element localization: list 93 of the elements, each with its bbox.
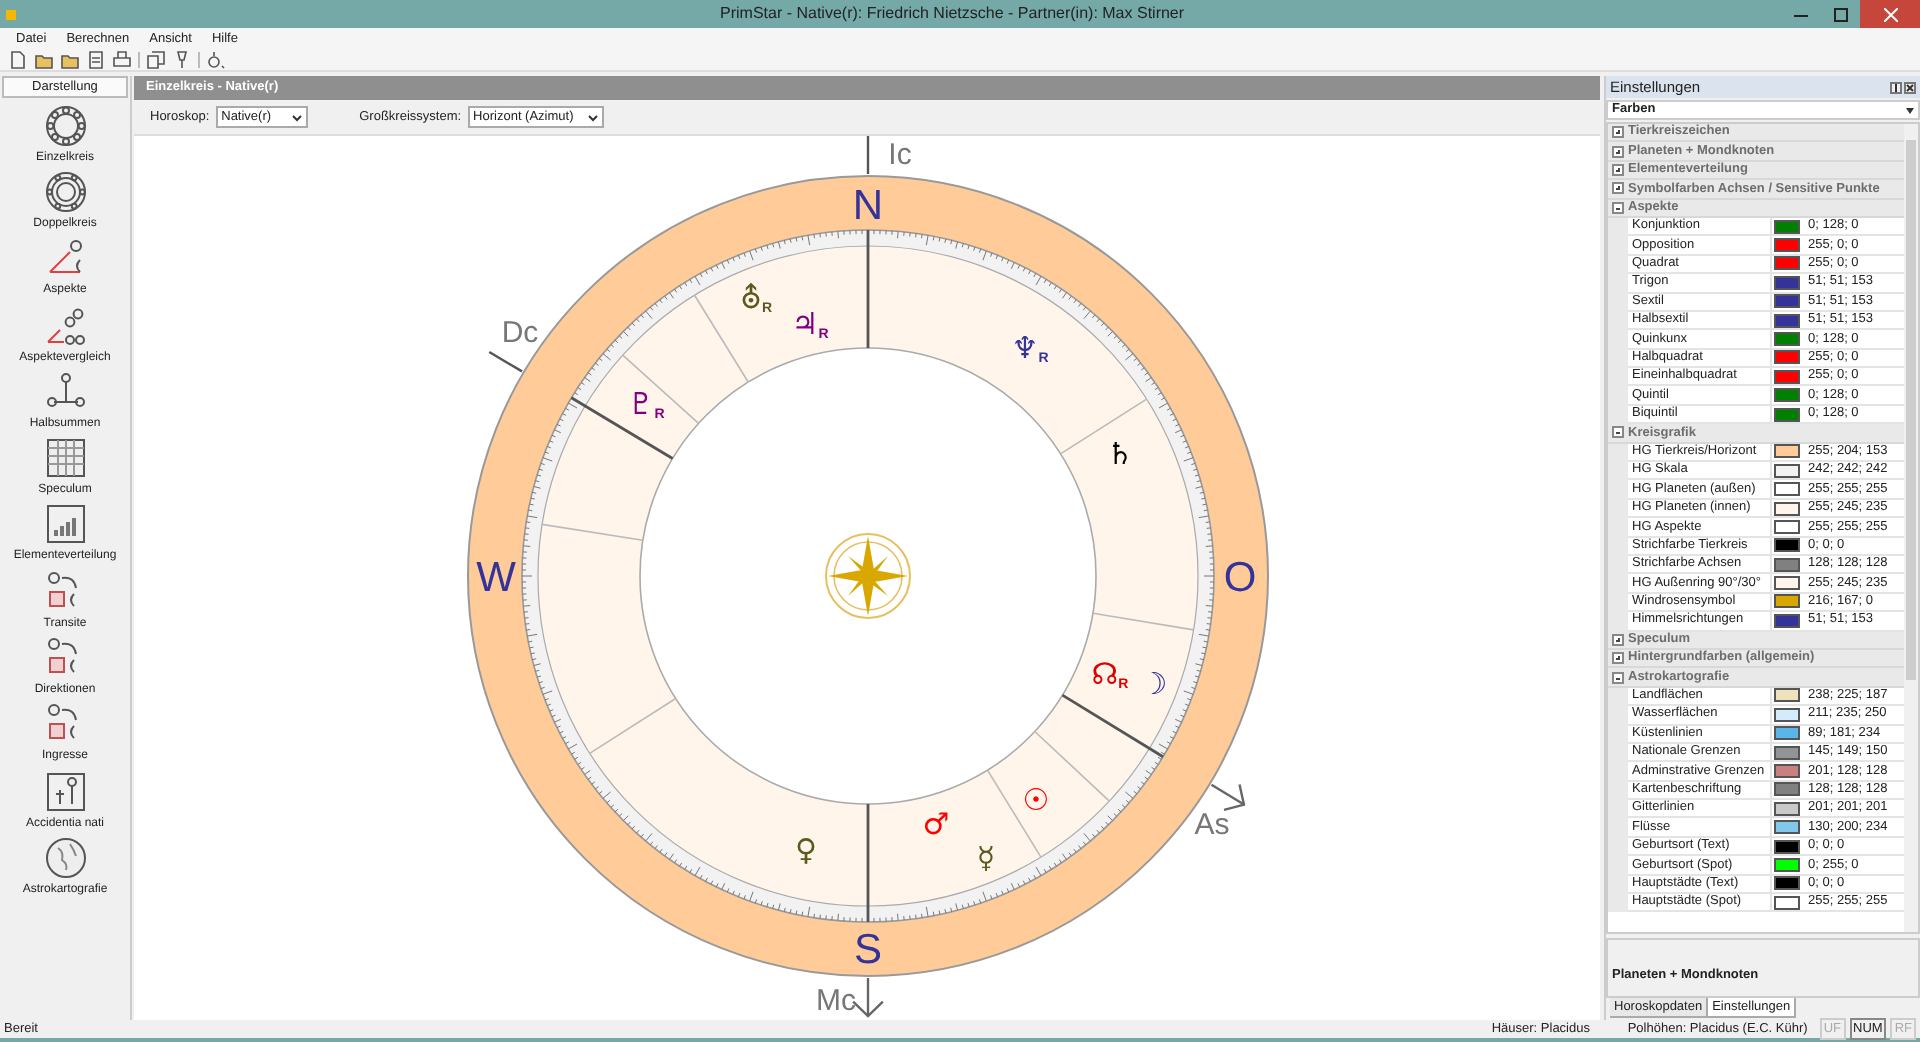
axis-line (488, 351, 523, 373)
globe-icon (43, 835, 87, 880)
planet-symbol: ♇$_{R}$ (627, 386, 665, 422)
planet-symbol: ☿ (976, 840, 996, 876)
color-swatch[interactable] (1774, 745, 1800, 760)
collapse-icon[interactable] (1612, 426, 1624, 439)
color-swatch[interactable] (1774, 726, 1800, 741)
ring-icon (43, 103, 87, 148)
planet-symbol: ☽ (1140, 666, 1168, 702)
axis-label: Mc (816, 984, 856, 1018)
house-cusp-line (1061, 693, 1164, 758)
color-swatch[interactable] (1774, 275, 1800, 290)
compass-direction: S (854, 927, 882, 973)
dropdown-tool-icon[interactable] (206, 50, 226, 70)
planet-symbol: ⛢$_{R}$ (739, 280, 773, 316)
color-swatch[interactable] (1774, 557, 1800, 572)
house-cusp-line (588, 697, 677, 755)
color-swatch[interactable] (1774, 369, 1800, 384)
color-swatch[interactable] (1774, 594, 1800, 609)
maximize-icon (1833, 7, 1847, 21)
axis-line (866, 136, 870, 174)
close-icon[interactable] (1904, 81, 1916, 93)
caret-down-icon (1906, 107, 1914, 113)
document-icon[interactable] (86, 50, 106, 70)
compass-rose-drawing (825, 533, 911, 619)
color-swatch[interactable] (1774, 820, 1800, 835)
house-cusp-line (621, 354, 700, 425)
scrollbar-thumb[interactable] (1906, 140, 1916, 680)
color-swatch[interactable] (1774, 256, 1800, 271)
color-swatch[interactable] (1774, 294, 1800, 309)
compass-direction: N (852, 183, 884, 229)
color-swatch[interactable] (1774, 331, 1800, 346)
color-swatch[interactable] (1774, 839, 1800, 854)
color-swatch[interactable] (1774, 801, 1800, 816)
color-swatch[interactable] (1774, 463, 1800, 478)
planet-symbol: ♄ (1106, 436, 1134, 472)
axis-label: As (1194, 808, 1230, 842)
color-swatch[interactable] (1774, 895, 1800, 910)
house-cusp-line (541, 523, 644, 542)
collapse-icon[interactable] (1612, 671, 1624, 684)
planet-symbol: ☊$_{R}$ (1091, 656, 1129, 692)
chevron-down-icon (587, 113, 598, 121)
color-swatch[interactable] (1774, 444, 1800, 459)
house-cusp-line (866, 804, 870, 922)
color-swatch[interactable] (1774, 782, 1800, 797)
table-grid-icon (43, 436, 87, 481)
color-swatch[interactable] (1774, 857, 1800, 872)
double-ring-icon (43, 169, 87, 214)
bar-chart-icon (43, 502, 87, 547)
copy-icon[interactable] (146, 50, 166, 70)
house-cusp-line (866, 230, 870, 348)
close-icon (1883, 7, 1897, 21)
color-swatch[interactable] (1774, 576, 1800, 591)
axis-label: Ic (888, 138, 912, 172)
compass-direction: O (1223, 555, 1257, 601)
color-swatch[interactable] (1774, 407, 1800, 422)
pin-icon[interactable] (172, 50, 192, 70)
planet-symbol: ♂ (922, 806, 950, 842)
print-icon[interactable] (112, 50, 132, 70)
planet-symbol: ☉ (1022, 782, 1050, 818)
color-swatch[interactable] (1774, 688, 1800, 703)
axis-arrow (1210, 783, 1246, 812)
pin-icon[interactable] (1890, 81, 1902, 93)
color-swatch[interactable] (1774, 876, 1800, 891)
app-icon (6, 9, 16, 19)
new-file-icon[interactable] (8, 50, 28, 70)
color-swatch[interactable] (1774, 313, 1800, 328)
color-swatch[interactable] (1774, 219, 1800, 234)
color-swatch[interactable] (1774, 613, 1800, 628)
chevron-down-icon (291, 113, 302, 121)
planet-symbol: ♀ (795, 832, 817, 868)
color-swatch[interactable] (1774, 763, 1800, 778)
scrollbar[interactable] (1904, 124, 1918, 932)
collapse-icon[interactable] (1612, 201, 1624, 214)
house-cusp-line (1092, 612, 1195, 631)
close-button[interactable] (1860, 0, 1920, 28)
color-swatch[interactable] (1774, 519, 1800, 534)
window-title: PrimStar - Native(r): Friedrich Nietzsche - Partner(in): Max Stirner (720, 2, 1185, 26)
planet-symbol: ♆$_{R}$ (1011, 330, 1049, 366)
axis-label: Dc (501, 316, 539, 350)
aspect-compare-icon (43, 303, 87, 348)
color-swatch[interactable] (1774, 388, 1800, 403)
color-swatch[interactable] (1774, 350, 1800, 365)
frame-symbols-icon (43, 769, 87, 814)
planet-symbol: ♃$_{R}$ (791, 306, 829, 342)
color-swatch[interactable] (1774, 501, 1800, 515)
color-swatch[interactable] (1774, 538, 1800, 553)
color-swatch[interactable] (1774, 707, 1800, 722)
house-cusp-line (570, 396, 674, 460)
compass-direction: W (476, 555, 516, 601)
axis-arrow (852, 978, 884, 1018)
color-swatch[interactable] (1774, 238, 1800, 253)
color-swatch[interactable] (1774, 482, 1800, 497)
